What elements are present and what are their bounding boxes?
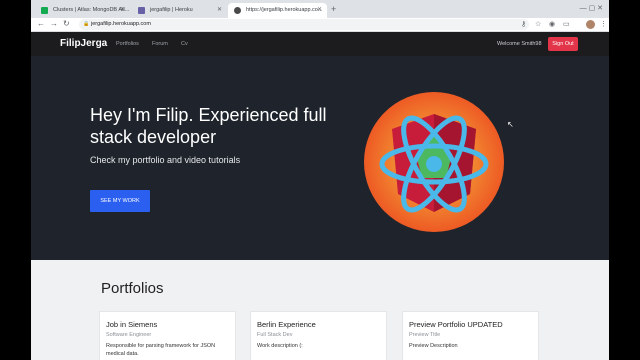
url-text: jergafilip.herokuapp.com: [91, 21, 151, 27]
hero-section: Hey I'm Filip. Experienced full stack de…: [31, 56, 609, 260]
card-subtitle: Software Engineer: [106, 332, 152, 338]
browser-window: Clusters | Atlas: MongoDB Atl... ✕ jerga…: [31, 0, 609, 360]
tab-strip: Clusters | Atlas: MongoDB Atl... ✕ jerga…: [31, 0, 609, 18]
welcome-text: Welcome Smith98: [497, 41, 542, 47]
portfolios-heading: Portfolios: [101, 280, 164, 297]
close-tab-icon[interactable]: ✕: [217, 3, 222, 18]
angular-react-logo: [364, 92, 504, 232]
close-tab-icon[interactable]: ✕: [120, 3, 125, 18]
key-icon[interactable]: ⚷: [521, 20, 526, 28]
heroku-icon: [138, 7, 145, 14]
nav-link-portfolios[interactable]: Portfolios: [116, 41, 139, 47]
forward-icon[interactable]: →: [50, 19, 58, 28]
address-bar: ← → ↻ 🔒 jergafilip.herokuapp.com ⚷ ☆ ◉ ▭…: [31, 18, 609, 32]
card-title: Preview Portfolio UPDATED: [409, 320, 503, 329]
globe-icon: [234, 7, 241, 14]
card-title: Job in Siemens: [106, 320, 158, 329]
portfolios-section: Portfolios Job in Siemens Software Engin…: [31, 260, 609, 360]
more-menu-icon[interactable]: ⋮: [600, 20, 607, 28]
portfolio-card[interactable]: Job in Siemens Software Engineer Respons…: [99, 311, 236, 360]
window-controls[interactable]: — ▢ ✕: [580, 4, 603, 12]
extension-icon[interactable]: ◉: [549, 20, 555, 28]
card-subtitle: Preview Title: [409, 332, 441, 338]
hero-subtitle: Check my portfolio and video tutorials: [90, 155, 241, 165]
card-subtitle: Full Stack Dev: [257, 332, 293, 338]
portfolio-card[interactable]: Berlin Experience Full Stack Dev Work de…: [250, 311, 387, 360]
star-icon[interactable]: ☆: [535, 20, 541, 28]
card-description: Work description (:: [257, 343, 303, 349]
site-navbar: FilipJerga Portfolios Forum Cv Welcome S…: [31, 32, 609, 56]
site-brand[interactable]: FilipJerga: [60, 38, 107, 49]
avatar[interactable]: [586, 20, 595, 29]
plus-icon[interactable]: +: [331, 4, 336, 14]
tab-label: jergafilip | Heroku: [150, 7, 193, 13]
reload-icon[interactable]: ↻: [63, 19, 70, 28]
back-icon[interactable]: ←: [37, 19, 45, 28]
mouse-cursor-icon: ↖: [507, 120, 514, 129]
card-title: Berlin Experience: [257, 320, 316, 329]
nav-link-forum[interactable]: Forum: [152, 41, 168, 47]
lock-icon: 🔒: [83, 21, 90, 27]
see-my-work-button[interactable]: SEE MY WORK: [90, 190, 150, 212]
hero-title: Hey I'm Filip. Experienced full stack de…: [90, 105, 327, 147]
nav-link-cv[interactable]: Cv: [181, 41, 188, 47]
url-input[interactable]: 🔒 jergafilip.herokuapp.com: [79, 19, 529, 30]
tab-label: Clusters | Atlas: MongoDB Atl...: [53, 7, 130, 13]
tab-jergafilip-app[interactable]: https://jergafilip.herokuapp.co... ✕: [228, 3, 327, 18]
sign-out-button[interactable]: Sign Out: [548, 37, 578, 51]
react-nucleus-icon: [426, 156, 442, 172]
video-frame: Clusters | Atlas: MongoDB Atl... ✕ jerga…: [0, 0, 640, 360]
portfolio-card[interactable]: Preview Portfolio UPDATED Preview Title …: [402, 311, 539, 360]
tab-label: https://jergafilip.herokuapp.co...: [246, 7, 323, 13]
close-tab-icon[interactable]: ✕: [317, 3, 322, 18]
tab-heroku[interactable]: jergafilip | Heroku ✕: [132, 3, 227, 18]
mongodb-leaf-icon: [41, 7, 48, 14]
tab-mongodb-atlas[interactable]: Clusters | Atlas: MongoDB Atl... ✕: [35, 3, 130, 18]
card-description: Preview Description: [409, 343, 458, 349]
card-description: Responsible for parsing framework for JS…: [106, 343, 216, 357]
cast-icon[interactable]: ▭: [563, 20, 570, 28]
